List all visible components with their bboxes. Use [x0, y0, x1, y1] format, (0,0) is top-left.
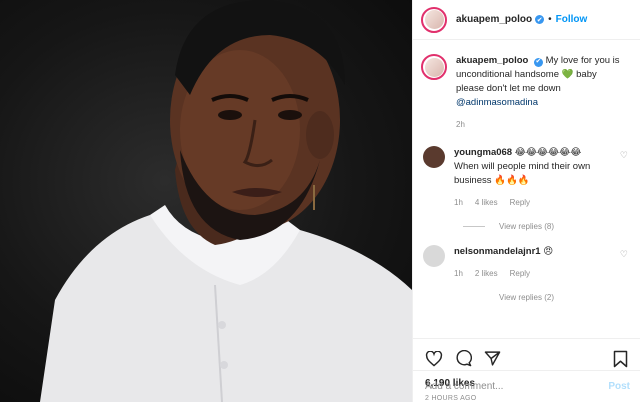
comment-input[interactable] — [425, 381, 609, 392]
comment-username[interactable]: youngma068 — [454, 147, 512, 158]
comment-icon[interactable] — [455, 350, 472, 367]
view-replies[interactable]: View replies (8) — [463, 222, 632, 231]
author-avatar[interactable] — [421, 6, 447, 33]
share-icon[interactable] — [484, 350, 501, 367]
post-header: akuapem_poloo ✔ • Follow — [413, 0, 640, 40]
bookmark-icon[interactable] — [613, 350, 628, 368]
mention-link[interactable]: @adinmasomadina — [456, 97, 538, 108]
verified-badge-icon: ✔ — [533, 57, 543, 67]
comment-meta: 1h 2 likes Reply — [454, 267, 604, 281]
instagram-post: akuapem_poloo ✔ • Follow akuapem_poloo ✔… — [0, 0, 640, 402]
caption-meta: 2h — [456, 118, 626, 132]
author-username[interactable]: akuapem_poloo — [456, 14, 532, 25]
comment-time: 1h — [454, 269, 463, 278]
follow-button[interactable]: Follow — [556, 14, 588, 25]
commenter-avatar[interactable] — [423, 146, 445, 168]
comment-time: 1h — [454, 198, 463, 207]
caption-body: akuapem_poloo ✔ My love for you is uncon… — [456, 54, 626, 132]
replies-divider — [463, 226, 485, 227]
comment-body: youngma068 😂😂😂😂😂😂 When will people mind … — [454, 146, 604, 210]
portrait-image — [40, 0, 412, 402]
comment-emojis: 😠 — [543, 246, 554, 257]
comment-meta: 1h 4 likes Reply — [454, 196, 604, 210]
comment-username[interactable]: nelsonmandelajnr1 — [454, 246, 541, 257]
green-heart-emoji-icon: 💚 — [561, 69, 574, 80]
comment-likes[interactable]: 2 likes — [475, 267, 498, 281]
comment-item: youngma068 😂😂😂😂😂😂 When will people mind … — [421, 146, 632, 210]
post-comment-button[interactable]: Post — [608, 381, 630, 392]
verified-badge-icon: ✔ — [535, 15, 545, 24]
view-replies[interactable]: View replies (2) — [463, 293, 632, 302]
comment-like-heart-icon[interactable]: ♡ — [620, 150, 628, 161]
post-photo[interactable] — [0, 0, 412, 402]
comments-section: akuapem_poloo ✔ My love for you is uncon… — [413, 40, 640, 334]
comment-emojis: 😂😂😂😂😂😂 — [514, 147, 582, 158]
comment-likes[interactable]: 4 likes — [475, 196, 498, 210]
comment-like-heart-icon[interactable]: ♡ — [620, 249, 628, 260]
separator-dot: • — [548, 14, 552, 25]
caption-time: 2h — [456, 120, 465, 129]
add-comment-bar: Post — [413, 370, 640, 402]
view-replies-label[interactable]: View replies (2) — [499, 293, 554, 302]
commenter-avatar[interactable] — [423, 245, 445, 267]
caption-avatar[interactable] — [421, 54, 447, 80]
reply-button[interactable]: Reply — [510, 267, 530, 281]
view-replies-label[interactable]: View replies (8) — [499, 222, 554, 231]
reply-button[interactable]: Reply — [510, 196, 530, 210]
comment-item: nelsonmandelajnr1 😠 1h 2 likes Reply ♡ — [421, 245, 632, 281]
post-side-panel: akuapem_poloo ✔ • Follow akuapem_poloo ✔… — [412, 0, 640, 402]
caption: akuapem_poloo ✔ My love for you is uncon… — [421, 54, 632, 132]
heart-icon[interactable] — [425, 350, 443, 367]
fire-emojis: 🔥🔥🔥 — [494, 175, 530, 186]
caption-username[interactable]: akuapem_poloo — [456, 55, 528, 66]
comment-body: nelsonmandelajnr1 😠 1h 2 likes Reply — [454, 245, 604, 281]
